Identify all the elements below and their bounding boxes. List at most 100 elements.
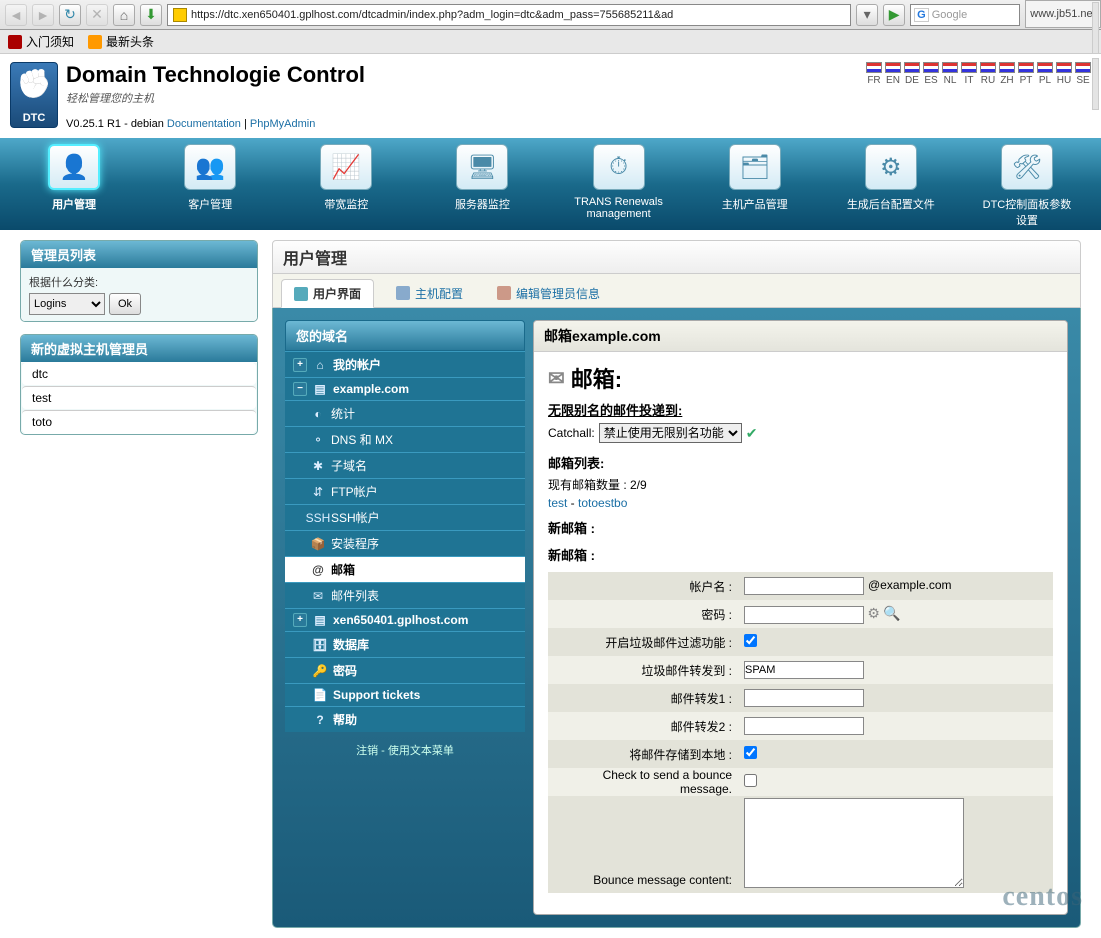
nav-my-account[interactable]: +⌂我的帐户	[285, 351, 525, 377]
nav-password[interactable]: 🔑密码	[285, 657, 525, 683]
flag-pl[interactable]	[1037, 62, 1053, 73]
password-input[interactable]	[744, 606, 864, 624]
flag-ru[interactable]	[980, 62, 996, 73]
url-dropdown[interactable]: ▾	[856, 4, 878, 26]
search-icon[interactable]: 🔍	[883, 605, 900, 621]
go-button[interactable]: ▶	[883, 4, 905, 26]
mail-icon: ✉	[548, 366, 565, 391]
main-nav: 👤用户管理 👥客户管理 📈带宽监控 🖥服务器监控 ⏱TRANS Renewals…	[0, 138, 1101, 230]
nav-maillist[interactable]: ✉邮件列表	[285, 582, 525, 608]
bookmark-1[interactable]: 入门须知	[8, 33, 74, 50]
spamfw-input[interactable]	[744, 661, 864, 679]
flag-zh[interactable]	[999, 62, 1015, 73]
collapse-icon[interactable]: −	[293, 382, 307, 396]
nav-install[interactable]: 📦安装程序	[285, 530, 525, 556]
dtc-logo: DTC	[10, 62, 58, 128]
admin-row[interactable]: toto	[22, 410, 256, 433]
nav-server-mon[interactable]: 🖥服务器监控	[436, 144, 528, 212]
nav-bandwidth[interactable]: 📈带宽监控	[300, 144, 392, 212]
nav-ssh[interactable]: SSHSSH帐户	[285, 504, 525, 530]
bouncemsg-input[interactable]	[744, 798, 964, 888]
ssh-icon: SSH	[311, 511, 325, 525]
spam-checkbox[interactable]	[744, 634, 757, 647]
flag-es[interactable]	[923, 62, 939, 73]
filter-select[interactable]: Logins	[29, 293, 105, 315]
home-button[interactable]: ⌂	[113, 4, 135, 26]
mail-link-test[interactable]: test	[548, 496, 567, 510]
stop-button[interactable]: ✕	[86, 4, 108, 26]
nav-database[interactable]: 🗄数据库	[285, 631, 525, 657]
tagline: 轻松管理您的主机	[66, 90, 866, 106]
version-line: V0.25.1 R1 - debian Documentation | PhpM…	[66, 118, 866, 130]
nav-panel-config[interactable]: 🛠DTC控制面板参数设置	[981, 144, 1073, 228]
db-icon: 🗄	[313, 638, 327, 652]
home-icon: ⌂	[313, 358, 327, 372]
flag-de[interactable]	[904, 62, 920, 73]
reload-button[interactable]: ↻	[59, 4, 81, 26]
bookmark-2[interactable]: 最新头条	[88, 33, 154, 50]
flag-se[interactable]	[1075, 62, 1091, 73]
flag-fr[interactable]	[866, 62, 882, 73]
url-bar[interactable]: https://dtc.xen650401.gplhost.com/dtcadm…	[167, 4, 851, 26]
main-head: 邮箱example.com	[534, 321, 1067, 352]
nav-domain-example[interactable]: −▤example.com	[285, 377, 525, 400]
monitor-icon: 🖥	[456, 144, 508, 190]
flag-it[interactable]	[961, 62, 977, 73]
download-button[interactable]: ⬇	[140, 4, 162, 26]
mail-link-toto[interactable]: totoestbo	[578, 496, 627, 510]
expand-icon[interactable]: +	[293, 358, 307, 372]
ui-icon	[294, 287, 308, 301]
bounce-checkbox[interactable]	[744, 774, 757, 787]
clients-icon: 👥	[184, 144, 236, 190]
envelope-icon: ✉	[311, 589, 325, 603]
fw1-input[interactable]	[744, 689, 864, 707]
flag-pt[interactable]	[1018, 62, 1034, 73]
ok-button[interactable]: Ok	[109, 293, 141, 315]
text-menu-link[interactable]: 使用文本菜单	[388, 745, 454, 757]
user-icon: 👤	[48, 144, 100, 190]
box-icon: 📦	[311, 537, 325, 551]
nav-footer: 注销 - 使用文本菜单	[285, 732, 525, 768]
tools-icon: 🛠	[1001, 144, 1053, 190]
catchall-select[interactable]: 禁止使用无限别名功能	[599, 423, 742, 443]
nav-dns[interactable]: ⚬DNS 和 MX	[285, 426, 525, 452]
nav-products[interactable]: 🗂主机产品管理	[709, 144, 801, 212]
flag-nl[interactable]	[942, 62, 958, 73]
local-checkbox[interactable]	[744, 746, 757, 759]
mailbox-count: 现有邮箱数量 : 2/9	[548, 476, 1053, 493]
admin-row[interactable]: dtc	[22, 363, 256, 385]
search-box[interactable]: G Google	[910, 4, 1020, 26]
nav-ftp[interactable]: ⇵FTP帐户	[285, 478, 525, 504]
nav-user-mgmt[interactable]: 👤用户管理	[28, 144, 120, 212]
nav-subdomain[interactable]: ✱子域名	[285, 452, 525, 478]
nav-mailbox[interactable]: @邮箱	[285, 556, 525, 582]
rss-icon	[88, 35, 102, 49]
tab-host-config[interactable]: 主机配置	[384, 280, 475, 307]
account-input[interactable]	[744, 577, 864, 595]
nav-gen-config[interactable]: ⚙生成后台配置文件	[845, 144, 937, 212]
file-icon: ▤	[313, 613, 327, 627]
search-engine-icon: G	[914, 8, 929, 22]
nav-help[interactable]: ?帮助	[285, 706, 525, 732]
flag-en[interactable]	[885, 62, 901, 73]
tab-user-interface[interactable]: 用户界面	[281, 279, 374, 308]
logout-link[interactable]: 注销	[356, 745, 378, 757]
forward-button[interactable]: ►	[32, 4, 54, 26]
admin-row[interactable]: test	[22, 386, 256, 409]
expand-icon[interactable]: +	[293, 613, 307, 627]
flag-hu[interactable]	[1056, 62, 1072, 73]
nav-renewals[interactable]: ⏱TRANS Renewals management	[573, 144, 665, 220]
gear-icon[interactable]: ⚙	[867, 605, 880, 621]
doc-link[interactable]: Documentation	[167, 118, 241, 130]
nav-client-mgmt[interactable]: 👥客户管理	[164, 144, 256, 212]
search-placeholder: Google	[932, 9, 967, 21]
nav-stats[interactable]: ◐统计	[285, 400, 525, 426]
language-flags: FRENDEESNLITRUZHPTPLHUSE	[866, 62, 1091, 130]
tab-edit-admin[interactable]: 编辑管理员信息	[485, 280, 612, 307]
nav-tickets[interactable]: 📄Support tickets	[285, 683, 525, 706]
local-label: 将邮件存储到本地 :	[548, 740, 738, 768]
pma-link[interactable]: PhpMyAdmin	[250, 118, 315, 130]
nav-domain-xen[interactable]: +▤xen650401.gplhost.com	[285, 608, 525, 631]
fw2-input[interactable]	[744, 717, 864, 735]
back-button[interactable]: ◄	[5, 4, 27, 26]
